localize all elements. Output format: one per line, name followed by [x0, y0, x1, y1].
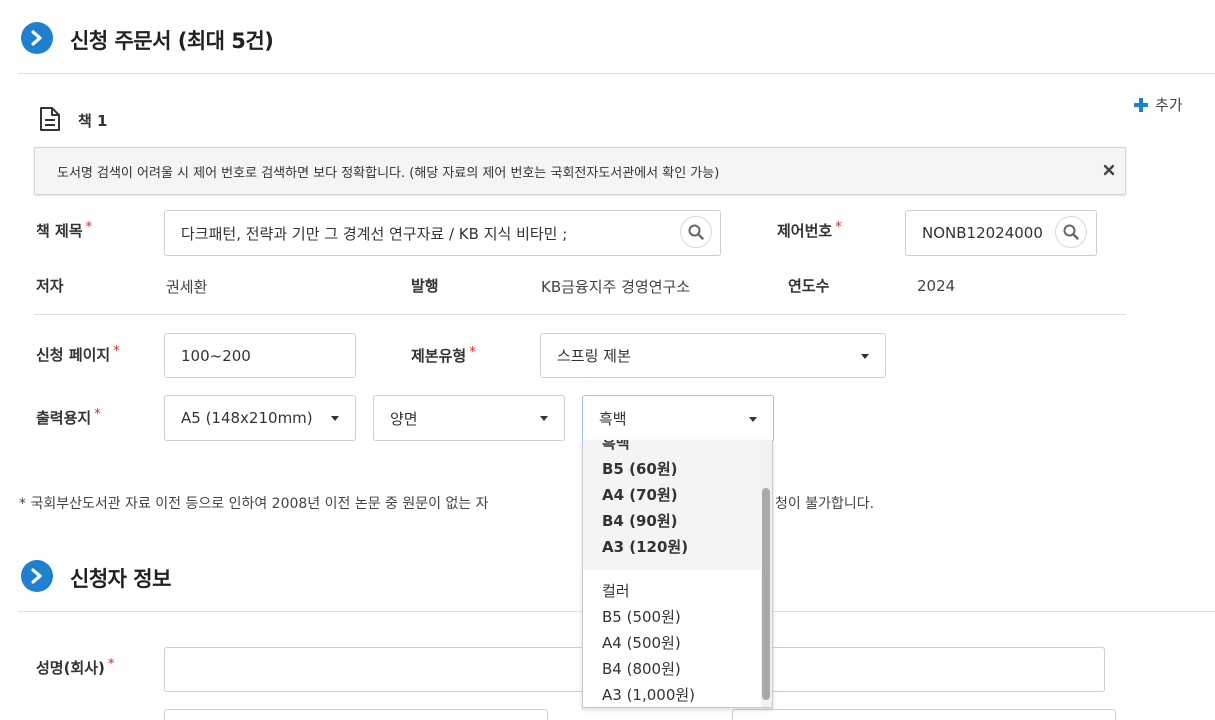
dropdown-scrollbar-thumb[interactable]	[762, 488, 770, 700]
applicant-field-input[interactable]	[732, 709, 1116, 720]
notice-text: 도서명 검색이 어려울 시 제어 번호로 검색하면 보다 정확합니다. (해당 …	[57, 165, 720, 181]
footnote-text-left: * 국회부산도서관 자료 이전 등으로 인하여 2008년 이전 논문 중 원문…	[19, 496, 489, 512]
dropdown-group-label: 컬러	[602, 582, 630, 600]
applicant-section-title: 신청자 정보	[70, 567, 171, 591]
section-divider	[18, 73, 1215, 74]
add-label: 추가	[1155, 96, 1183, 114]
control-number-label: 제어번호 *	[777, 220, 842, 240]
book-heading: 책 1	[78, 112, 108, 130]
dropdown-group-bw: 흑백 B5 (60원) A4 (70원) B4 (90원) A3 (120원)	[583, 440, 761, 570]
order-section-title: 신청 주문서 (최대 5건)	[70, 29, 274, 53]
chevron-right-circle-icon	[21, 22, 53, 54]
chevron-right-circle-icon	[21, 560, 53, 592]
dropdown-option[interactable]: B5 (60원)	[583, 456, 761, 482]
search-icon	[1063, 224, 1079, 240]
control-number-search-button[interactable]	[1055, 216, 1087, 248]
dropdown-option[interactable]: B4 (800원)	[583, 656, 761, 682]
paper-label: 출력용지 *	[36, 407, 101, 427]
year-label: 연도수	[788, 277, 830, 295]
dropdown-option[interactable]: A3 (1,000원)	[583, 682, 761, 707]
control-number-value: NONB12024000	[922, 224, 1043, 242]
plus-icon	[1133, 97, 1149, 113]
dropdown-group-color: 컬러 B5 (500원) A4 (500원) B4 (800원) A3 (1,0…	[583, 570, 761, 707]
applicant-field-input[interactable]	[164, 709, 548, 720]
dropdown-option[interactable]: A3 (120원)	[583, 534, 761, 560]
print-sides-value: 양면	[390, 409, 418, 428]
paper-size-value: A5 (148x210mm)	[181, 409, 313, 427]
publisher-label: 발행	[411, 277, 439, 295]
book-title-value: 다크패턴, 전략과 기만 그 경계선 연구자료 / KB 지식 비타민 ;	[181, 224, 568, 243]
dropdown-option[interactable]: A4 (500원)	[583, 630, 761, 656]
close-icon[interactable]	[1103, 161, 1115, 180]
print-sides-select[interactable]: 양면	[373, 395, 565, 441]
binding-type-label: 제본유형 *	[411, 345, 476, 365]
add-book-button[interactable]: 추가	[1133, 94, 1183, 115]
binding-type-select[interactable]: 스프링 제본	[540, 333, 886, 378]
book-title-input[interactable]: 다크패턴, 전략과 기만 그 경계선 연구자료 / KB 지식 비타민 ;	[164, 210, 721, 256]
pages-input[interactable]: 100~200	[164, 333, 356, 378]
year-value: 2024	[917, 277, 956, 295]
caret-down-icon	[861, 353, 869, 359]
book-title-search-button[interactable]	[680, 216, 712, 248]
print-color-value: 흑백	[599, 410, 627, 428]
print-color-dropdown[interactable]: 흑백 B5 (60원) A4 (70원) B4 (90원) A3 (120원) …	[582, 440, 773, 708]
caret-down-icon	[331, 416, 339, 421]
dropdown-option[interactable]: A4 (70원)	[583, 482, 761, 508]
author-value: 권세환	[166, 278, 208, 296]
print-color-select[interactable]: 흑백	[582, 395, 774, 441]
caret-down-icon	[749, 416, 757, 422]
dropdown-option[interactable]: B4 (90원)	[583, 508, 761, 534]
author-label: 저자	[36, 277, 64, 295]
search-icon	[688, 224, 704, 240]
caret-down-icon	[540, 416, 548, 421]
pages-value: 100~200	[181, 346, 251, 365]
book-title-label: 책 제목 *	[36, 220, 93, 240]
dropdown-option[interactable]: B5 (500원)	[583, 604, 761, 630]
binding-type-value: 스프링 제본	[557, 347, 631, 365]
dropdown-scrollbar[interactable]	[761, 440, 772, 707]
publisher-value: KB금융지주 경영연구소	[541, 278, 691, 296]
notice-box: 도서명 검색이 어려울 시 제어 번호로 검색하면 보다 정확합니다. (해당 …	[34, 147, 1126, 195]
footnote-text-right: 청이 불가합니다.	[775, 496, 875, 512]
dropdown-group-label: 흑백	[602, 440, 630, 452]
paper-size-select[interactable]: A5 (148x210mm)	[164, 395, 356, 441]
pages-label: 신청 페이지 *	[36, 344, 120, 364]
applicant-name-label: 성명(회사) *	[36, 657, 115, 677]
document-icon	[39, 106, 61, 136]
row-divider	[34, 314, 1126, 315]
